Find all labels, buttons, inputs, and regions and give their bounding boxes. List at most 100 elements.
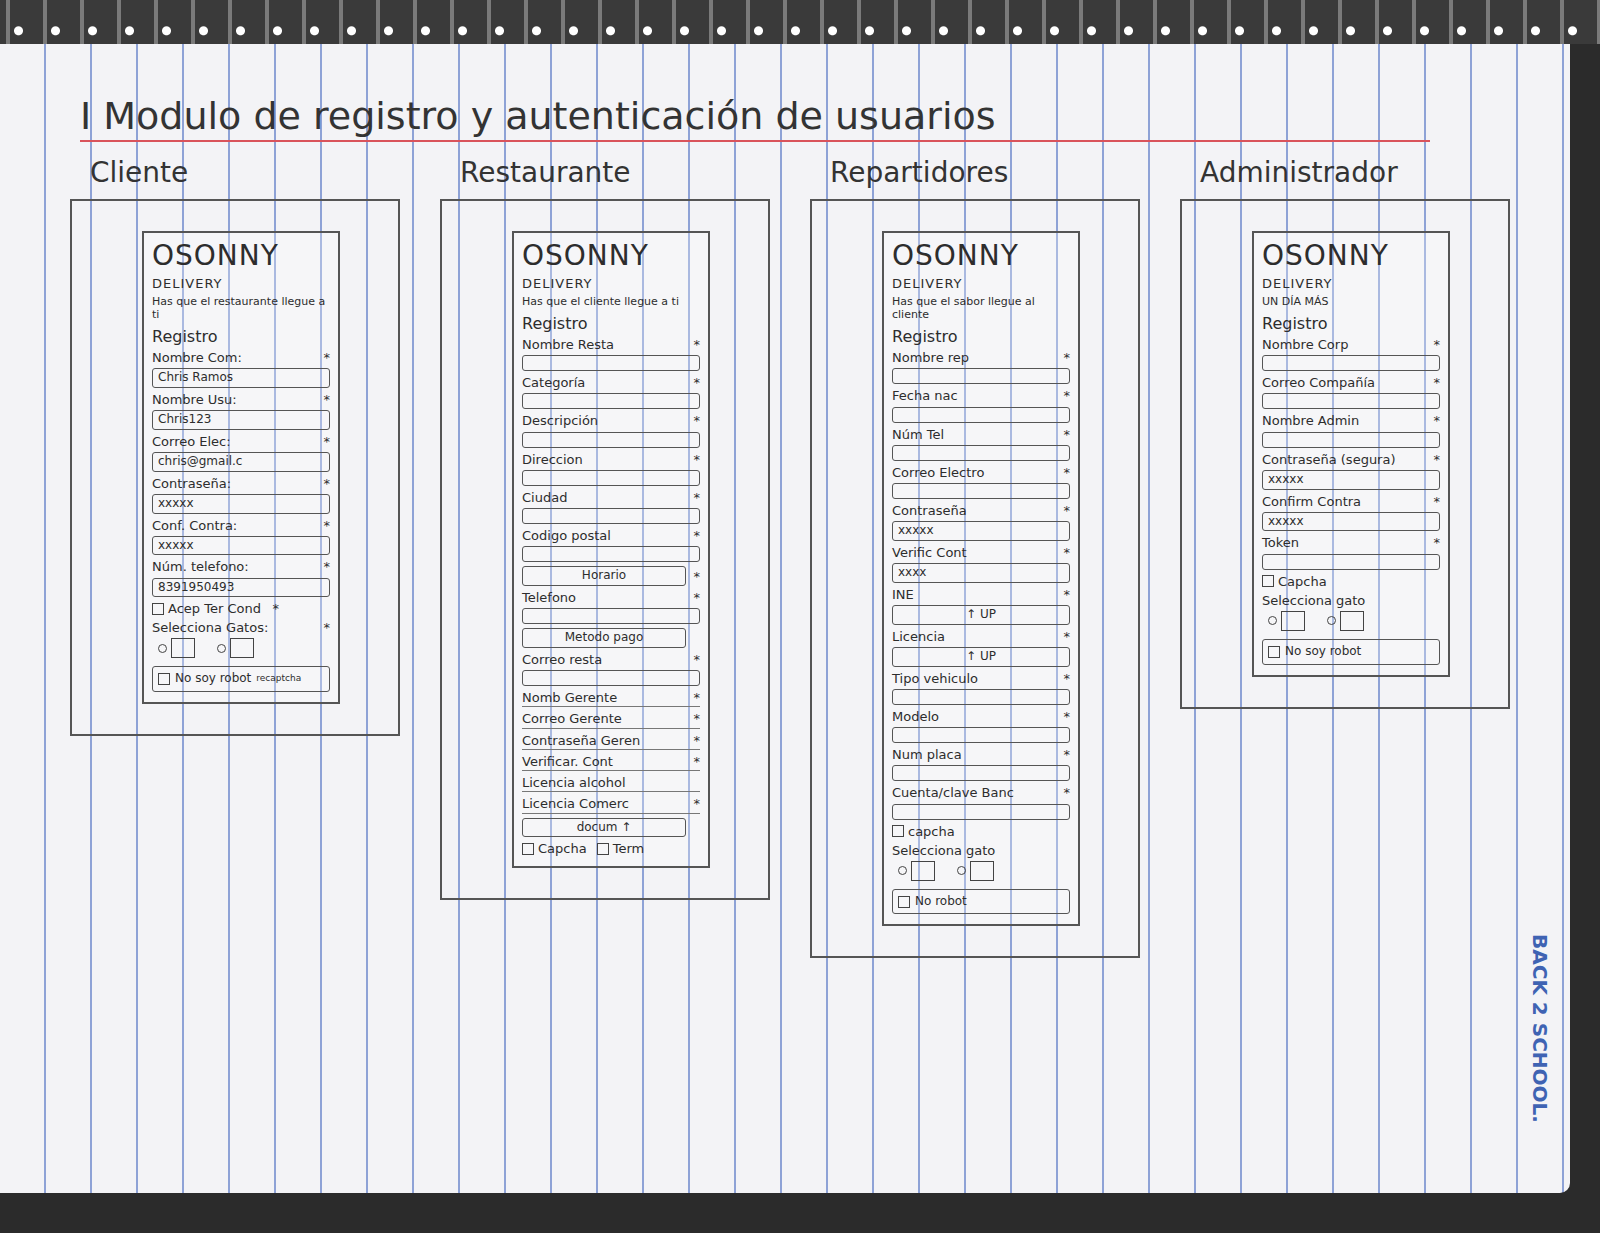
- form-field: Descripción*: [522, 413, 700, 447]
- field-label: Nombre Com:*: [152, 350, 330, 366]
- radio[interactable]: [898, 866, 907, 875]
- captcha-option[interactable]: [217, 638, 254, 658]
- text-input[interactable]: xxxxx: [1262, 512, 1440, 532]
- page-title: I Modulo de registro y autenticación de …: [80, 94, 1430, 142]
- text-input[interactable]: [892, 407, 1070, 423]
- checkbox-item[interactable]: Term: [597, 841, 645, 856]
- text-input[interactable]: 8391950493: [152, 578, 330, 598]
- form-field: Nombre rep*: [892, 350, 1070, 384]
- checkbox[interactable]: [892, 825, 904, 837]
- text-input[interactable]: chris@gmail.c: [152, 452, 330, 472]
- logo-subtitle: DELIVERY: [1262, 276, 1440, 291]
- field-label: INE*: [892, 587, 1070, 603]
- text-input[interactable]: [892, 727, 1070, 743]
- text-input[interactable]: [892, 483, 1070, 499]
- text-input[interactable]: xxxxx: [152, 494, 330, 514]
- required-mark: *: [322, 476, 330, 492]
- captcha-option[interactable]: [158, 638, 195, 658]
- checkbox[interactable]: [898, 896, 910, 908]
- required-mark: *: [322, 350, 330, 366]
- text-input[interactable]: xxxxx: [152, 536, 330, 556]
- form-field: Token*: [1262, 535, 1440, 569]
- captcha-image[interactable]: [970, 861, 994, 881]
- required-mark: *: [322, 434, 330, 450]
- text-input[interactable]: [1262, 393, 1440, 409]
- field-label: Cuenta/clave Banc*: [892, 785, 1070, 801]
- text-input[interactable]: xxxxx: [892, 521, 1070, 541]
- form-field: Num placa*: [892, 747, 1070, 781]
- captcha-image[interactable]: [230, 638, 254, 658]
- column-box: OSONNYDELIVERYHas que el cliente llegue …: [440, 199, 770, 900]
- robot-check[interactable]: No robot: [892, 889, 1070, 915]
- text-input[interactable]: xxxxx: [1262, 470, 1440, 490]
- captcha-image[interactable]: [171, 638, 195, 658]
- checkbox-item[interactable]: Capcha: [522, 841, 587, 856]
- checkbox-item[interactable]: Acep Ter Cond: [152, 601, 261, 616]
- required-mark: [1432, 593, 1440, 609]
- text-input[interactable]: [892, 765, 1070, 781]
- field-label: Codigo postal*: [522, 528, 700, 544]
- form-field: Nombre Admin*: [1262, 413, 1440, 447]
- text-input[interactable]: [522, 432, 700, 448]
- checkbox[interactable]: [152, 603, 164, 615]
- captcha-image[interactable]: [1340, 611, 1364, 631]
- form-field: Categoría*: [522, 375, 700, 409]
- robot-check[interactable]: No soy robot: [1262, 639, 1440, 665]
- text-input[interactable]: [892, 804, 1070, 820]
- checkbox-item[interactable]: Capcha: [1262, 574, 1327, 589]
- field-label: Núm Tel*: [892, 427, 1070, 443]
- form-field: Modelo*: [892, 709, 1070, 743]
- radio[interactable]: [158, 644, 167, 653]
- checkbox-item[interactable]: capcha: [892, 824, 955, 839]
- form-button[interactable]: Metodo pago: [522, 628, 686, 648]
- text-input[interactable]: [1262, 554, 1440, 570]
- checkbox[interactable]: [1268, 646, 1280, 658]
- form-button[interactable]: Horario: [522, 566, 686, 586]
- text-input[interactable]: Chris Ramos: [152, 368, 330, 388]
- text-input[interactable]: ↑ UP: [892, 605, 1070, 625]
- form-button[interactable]: docum ↑: [522, 818, 686, 838]
- text-input[interactable]: Chris123: [152, 410, 330, 430]
- form-heading: Registro: [1262, 314, 1440, 333]
- text-input[interactable]: ↑ UP: [892, 647, 1070, 667]
- text-input[interactable]: [522, 355, 700, 371]
- text-input[interactable]: [522, 508, 700, 524]
- checkbox[interactable]: [522, 843, 534, 855]
- column-box: OSONNYDELIVERYHas que el restaurante lle…: [70, 199, 400, 736]
- role-column: RestauranteOSONNYDELIVERYHas que el clie…: [440, 156, 770, 900]
- text-input[interactable]: [892, 445, 1070, 461]
- text-input[interactable]: [1262, 355, 1440, 371]
- captcha-image[interactable]: [911, 861, 935, 881]
- form-field: Licencia*↑ UP: [892, 629, 1070, 667]
- robot-check[interactable]: No soy robotrecaptcha: [152, 666, 330, 692]
- text-input[interactable]: [892, 689, 1070, 705]
- text-input[interactable]: [1262, 432, 1440, 448]
- field-label: Modelo*: [892, 709, 1070, 725]
- radio[interactable]: [1327, 616, 1336, 625]
- role-column: ClienteOSONNYDELIVERYHas que el restaura…: [70, 156, 400, 736]
- text-input[interactable]: [522, 608, 700, 624]
- logo-subtitle: DELIVERY: [522, 276, 700, 291]
- radio[interactable]: [217, 644, 226, 653]
- checkbox[interactable]: [158, 673, 170, 685]
- text-input[interactable]: [892, 368, 1070, 384]
- form-heading: Registro: [892, 327, 1070, 346]
- text-input[interactable]: xxxx: [892, 563, 1070, 583]
- checkbox[interactable]: [597, 843, 609, 855]
- text-input[interactable]: [522, 670, 700, 686]
- form-button-row: docum ↑: [522, 818, 700, 838]
- field-label: Token*: [1262, 535, 1440, 551]
- text-input[interactable]: [522, 546, 700, 562]
- captcha-option[interactable]: [1327, 611, 1364, 631]
- captcha-option[interactable]: [957, 861, 994, 881]
- text-input[interactable]: [522, 393, 700, 409]
- captcha-image[interactable]: [1281, 611, 1305, 631]
- captcha-option[interactable]: [898, 861, 935, 881]
- field-label: Nomb Gerente*: [522, 690, 700, 707]
- captcha-option[interactable]: [1268, 611, 1305, 631]
- radio[interactable]: [1268, 616, 1277, 625]
- checkbox[interactable]: [1262, 575, 1274, 587]
- field-label: Selecciona gato: [892, 843, 1070, 859]
- radio[interactable]: [957, 866, 966, 875]
- text-input[interactable]: [522, 470, 700, 486]
